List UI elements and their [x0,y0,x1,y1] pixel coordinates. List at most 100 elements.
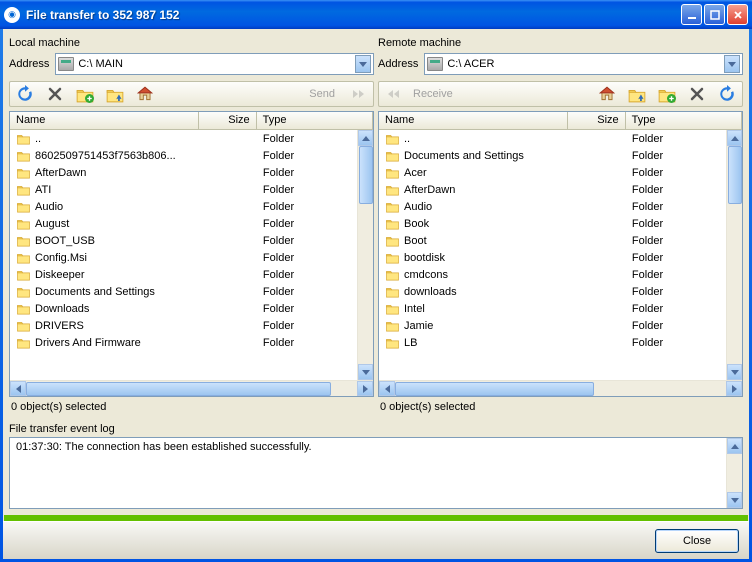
combo-dropdown-button[interactable] [355,55,371,73]
item-name: Book [404,218,429,230]
item-type: Folder [626,201,742,213]
col-type[interactable]: Type [257,112,373,129]
remote-title: Remote machine [378,35,743,53]
item-name: ATI [35,184,51,196]
list-item[interactable]: AudioFolder [10,198,373,215]
item-type: Folder [257,286,373,298]
list-item[interactable]: 8602509751453f7563b806...Folder [10,147,373,164]
item-name: 8602509751453f7563b806... [35,150,176,162]
local-pane: Local machine Address C:\ MAIN [9,35,374,419]
col-type[interactable]: Type [626,112,742,129]
item-type: Folder [626,320,742,332]
send-button[interactable] [347,83,369,105]
parent-folder-button[interactable] [626,83,648,105]
horizontal-scrollbar[interactable] [10,380,373,396]
scroll-down-button[interactable] [727,492,742,508]
item-name: downloads [404,286,457,298]
scroll-down-button[interactable] [358,364,373,380]
vertical-scrollbar[interactable] [357,130,373,380]
list-item[interactable]: bootdiskFolder [379,249,742,266]
new-folder-button[interactable] [656,83,678,105]
list-item[interactable]: AfterDawnFolder [10,164,373,181]
remote-file-list[interactable]: Name Size Type ..FolderDocuments and Set… [378,111,743,397]
local-address-combo[interactable]: C:\ MAIN [55,53,374,75]
col-name[interactable]: Name [10,112,199,129]
list-item[interactable]: DiskeeperFolder [10,266,373,283]
folder-icon [385,167,400,179]
list-item[interactable]: DRIVERSFolder [10,317,373,334]
titlebar[interactable]: ◉ File transfer to 352 987 152 [0,0,752,29]
col-name[interactable]: Name [379,112,568,129]
item-type: Folder [626,303,742,315]
item-name: LB [404,337,417,349]
scroll-up-button[interactable] [727,130,742,146]
list-item[interactable]: Config.MsiFolder [10,249,373,266]
scroll-thumb[interactable] [728,146,742,204]
refresh-button[interactable] [14,83,36,105]
item-type: Folder [257,133,373,145]
list-item[interactable]: AcerFolder [379,164,742,181]
remote-address-value: C:\ ACER [447,58,724,70]
minimize-button[interactable] [681,4,702,25]
delete-button[interactable] [44,83,66,105]
item-type: Folder [626,218,742,230]
horizontal-scrollbar[interactable] [379,380,742,396]
list-item[interactable]: DownloadsFolder [10,300,373,317]
item-type: Folder [257,320,373,332]
col-size[interactable]: Size [568,112,626,129]
refresh-button[interactable] [716,83,738,105]
list-item[interactable]: cmdconsFolder [379,266,742,283]
scroll-left-button[interactable] [10,381,26,396]
item-name: Documents and Settings [35,286,155,298]
scroll-right-button[interactable] [726,381,742,396]
list-item[interactable]: LBFolder [379,334,742,351]
list-item[interactable]: Drivers And FirmwareFolder [10,334,373,351]
list-item[interactable]: AudioFolder [379,198,742,215]
home-button[interactable] [134,83,156,105]
folder-icon [385,133,400,145]
combo-dropdown-button[interactable] [724,55,740,73]
item-name: Diskeeper [35,269,85,281]
list-item[interactable]: ATIFolder [10,181,373,198]
scroll-right-button[interactable] [357,381,373,396]
item-type: Folder [626,167,742,179]
vertical-scrollbar[interactable] [726,130,742,380]
list-header: Name Size Type [379,112,742,130]
scroll-thumb[interactable] [395,382,594,396]
scroll-up-button[interactable] [727,438,742,454]
folder-icon [385,320,400,332]
new-folder-button[interactable] [74,83,96,105]
list-item[interactable]: downloadsFolder [379,283,742,300]
folder-icon [385,235,400,247]
delete-button[interactable] [686,83,708,105]
list-item[interactable]: ..Folder [379,130,742,147]
col-size[interactable]: Size [199,112,257,129]
list-item[interactable]: AugustFolder [10,215,373,232]
list-item[interactable]: JamieFolder [379,317,742,334]
scroll-thumb[interactable] [359,146,373,204]
home-button[interactable] [596,83,618,105]
close-window-button[interactable] [727,4,748,25]
vertical-scrollbar[interactable] [726,438,742,508]
app-icon: ◉ [4,7,20,23]
list-item[interactable]: BootFolder [379,232,742,249]
local-file-list[interactable]: Name Size Type ..Folder8602509751453f756… [9,111,374,397]
receive-button[interactable] [383,83,405,105]
list-item[interactable]: Documents and Settings Folder [10,283,373,300]
list-item[interactable]: Book Folder [379,215,742,232]
list-item[interactable]: BOOT_USBFolder [10,232,373,249]
list-item[interactable]: IntelFolder [379,300,742,317]
maximize-button[interactable] [704,4,725,25]
close-button[interactable]: Close [655,529,739,553]
scroll-down-button[interactable] [727,364,742,380]
send-label: Send [309,88,335,100]
parent-folder-button[interactable] [104,83,126,105]
scroll-thumb[interactable] [26,382,331,396]
list-item[interactable]: AfterDawnFolder [379,181,742,198]
log-box: 01:37:30: The connection has been establ… [9,437,743,509]
list-item[interactable]: Documents and SettingsFolder [379,147,742,164]
list-item[interactable]: ..Folder [10,130,373,147]
scroll-up-button[interactable] [358,130,373,146]
scroll-left-button[interactable] [379,381,395,396]
remote-address-combo[interactable]: C:\ ACER [424,53,743,75]
